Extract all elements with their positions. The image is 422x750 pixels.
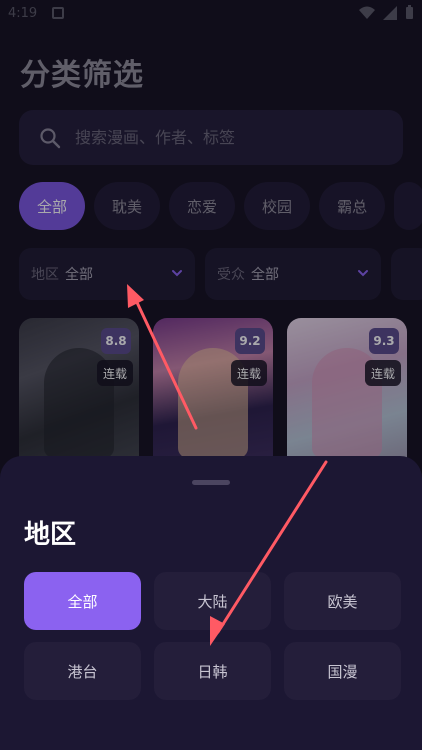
chip-danmei[interactable]: 耽美 xyxy=(94,182,161,230)
status-badge: 连载 xyxy=(230,360,267,386)
region-bottom-sheet: 地区 全部 大陆 欧美 港台 日韩 国漫 xyxy=(0,456,422,750)
comic-card[interactable]: 8.8 连载 xyxy=(19,318,139,478)
filter-row: 地区 全部 受众 全部 xyxy=(19,248,422,300)
status-icons xyxy=(359,5,414,20)
drag-handle[interactable] xyxy=(192,480,230,485)
rating-badge: 9.2 xyxy=(235,328,265,354)
notification-icon xyxy=(52,7,64,19)
rating-badge: 9.3 xyxy=(369,328,399,354)
audience-filter-dropdown[interactable]: 受众 全部 xyxy=(205,248,381,300)
region-option-domestic[interactable]: 国漫 xyxy=(284,642,401,700)
rating-badge: 8.8 xyxy=(101,328,131,354)
sheet-title: 地区 xyxy=(24,520,77,550)
search-input[interactable] xyxy=(75,128,375,147)
region-filter-dropdown[interactable]: 地区 全部 xyxy=(19,248,195,300)
chevron-down-icon xyxy=(172,270,182,277)
wifi-icon xyxy=(359,6,375,19)
region-filter-label: 地区 xyxy=(31,267,59,283)
chip-more[interactable] xyxy=(394,182,422,230)
search-bar[interactable] xyxy=(19,110,403,165)
status-badge: 连载 xyxy=(96,360,133,386)
region-options: 全部 大陆 欧美 港台 日韩 国漫 xyxy=(24,572,401,700)
chevron-down-icon xyxy=(358,270,368,277)
status-time: 4:19 xyxy=(8,6,38,21)
comic-card[interactable]: 9.3 连载 xyxy=(287,318,407,478)
chip-ceo[interactable]: 霸总 xyxy=(319,182,386,230)
signal-icon xyxy=(383,5,397,20)
audience-filter-value: 全部 xyxy=(251,267,279,283)
region-option-jp-kr[interactable]: 日韩 xyxy=(154,642,271,700)
page-title: 分类筛选 xyxy=(20,58,144,93)
region-option-west[interactable]: 欧美 xyxy=(284,572,401,630)
category-chips: 全部 耽美 恋爱 校园 霸总 xyxy=(19,182,422,230)
more-filter-dropdown[interactable] xyxy=(391,248,422,300)
comic-grid: 8.8 连载 9.2 连载 9.3 连载 xyxy=(19,318,407,478)
chip-romance[interactable]: 恋爱 xyxy=(169,182,236,230)
region-option-hk-tw[interactable]: 港台 xyxy=(24,642,141,700)
battery-icon xyxy=(406,5,413,19)
region-option-mainland[interactable]: 大陆 xyxy=(154,572,271,630)
search-icon xyxy=(40,127,61,148)
comic-card[interactable]: 9.2 连载 xyxy=(153,318,273,478)
status-bar: 4:19 xyxy=(0,0,422,30)
region-option-all[interactable]: 全部 xyxy=(24,572,141,630)
region-filter-value: 全部 xyxy=(65,267,93,283)
chip-all[interactable]: 全部 xyxy=(19,182,86,230)
chip-campus[interactable]: 校园 xyxy=(244,182,311,230)
audience-filter-label: 受众 xyxy=(217,267,245,283)
status-badge: 连载 xyxy=(364,360,401,386)
